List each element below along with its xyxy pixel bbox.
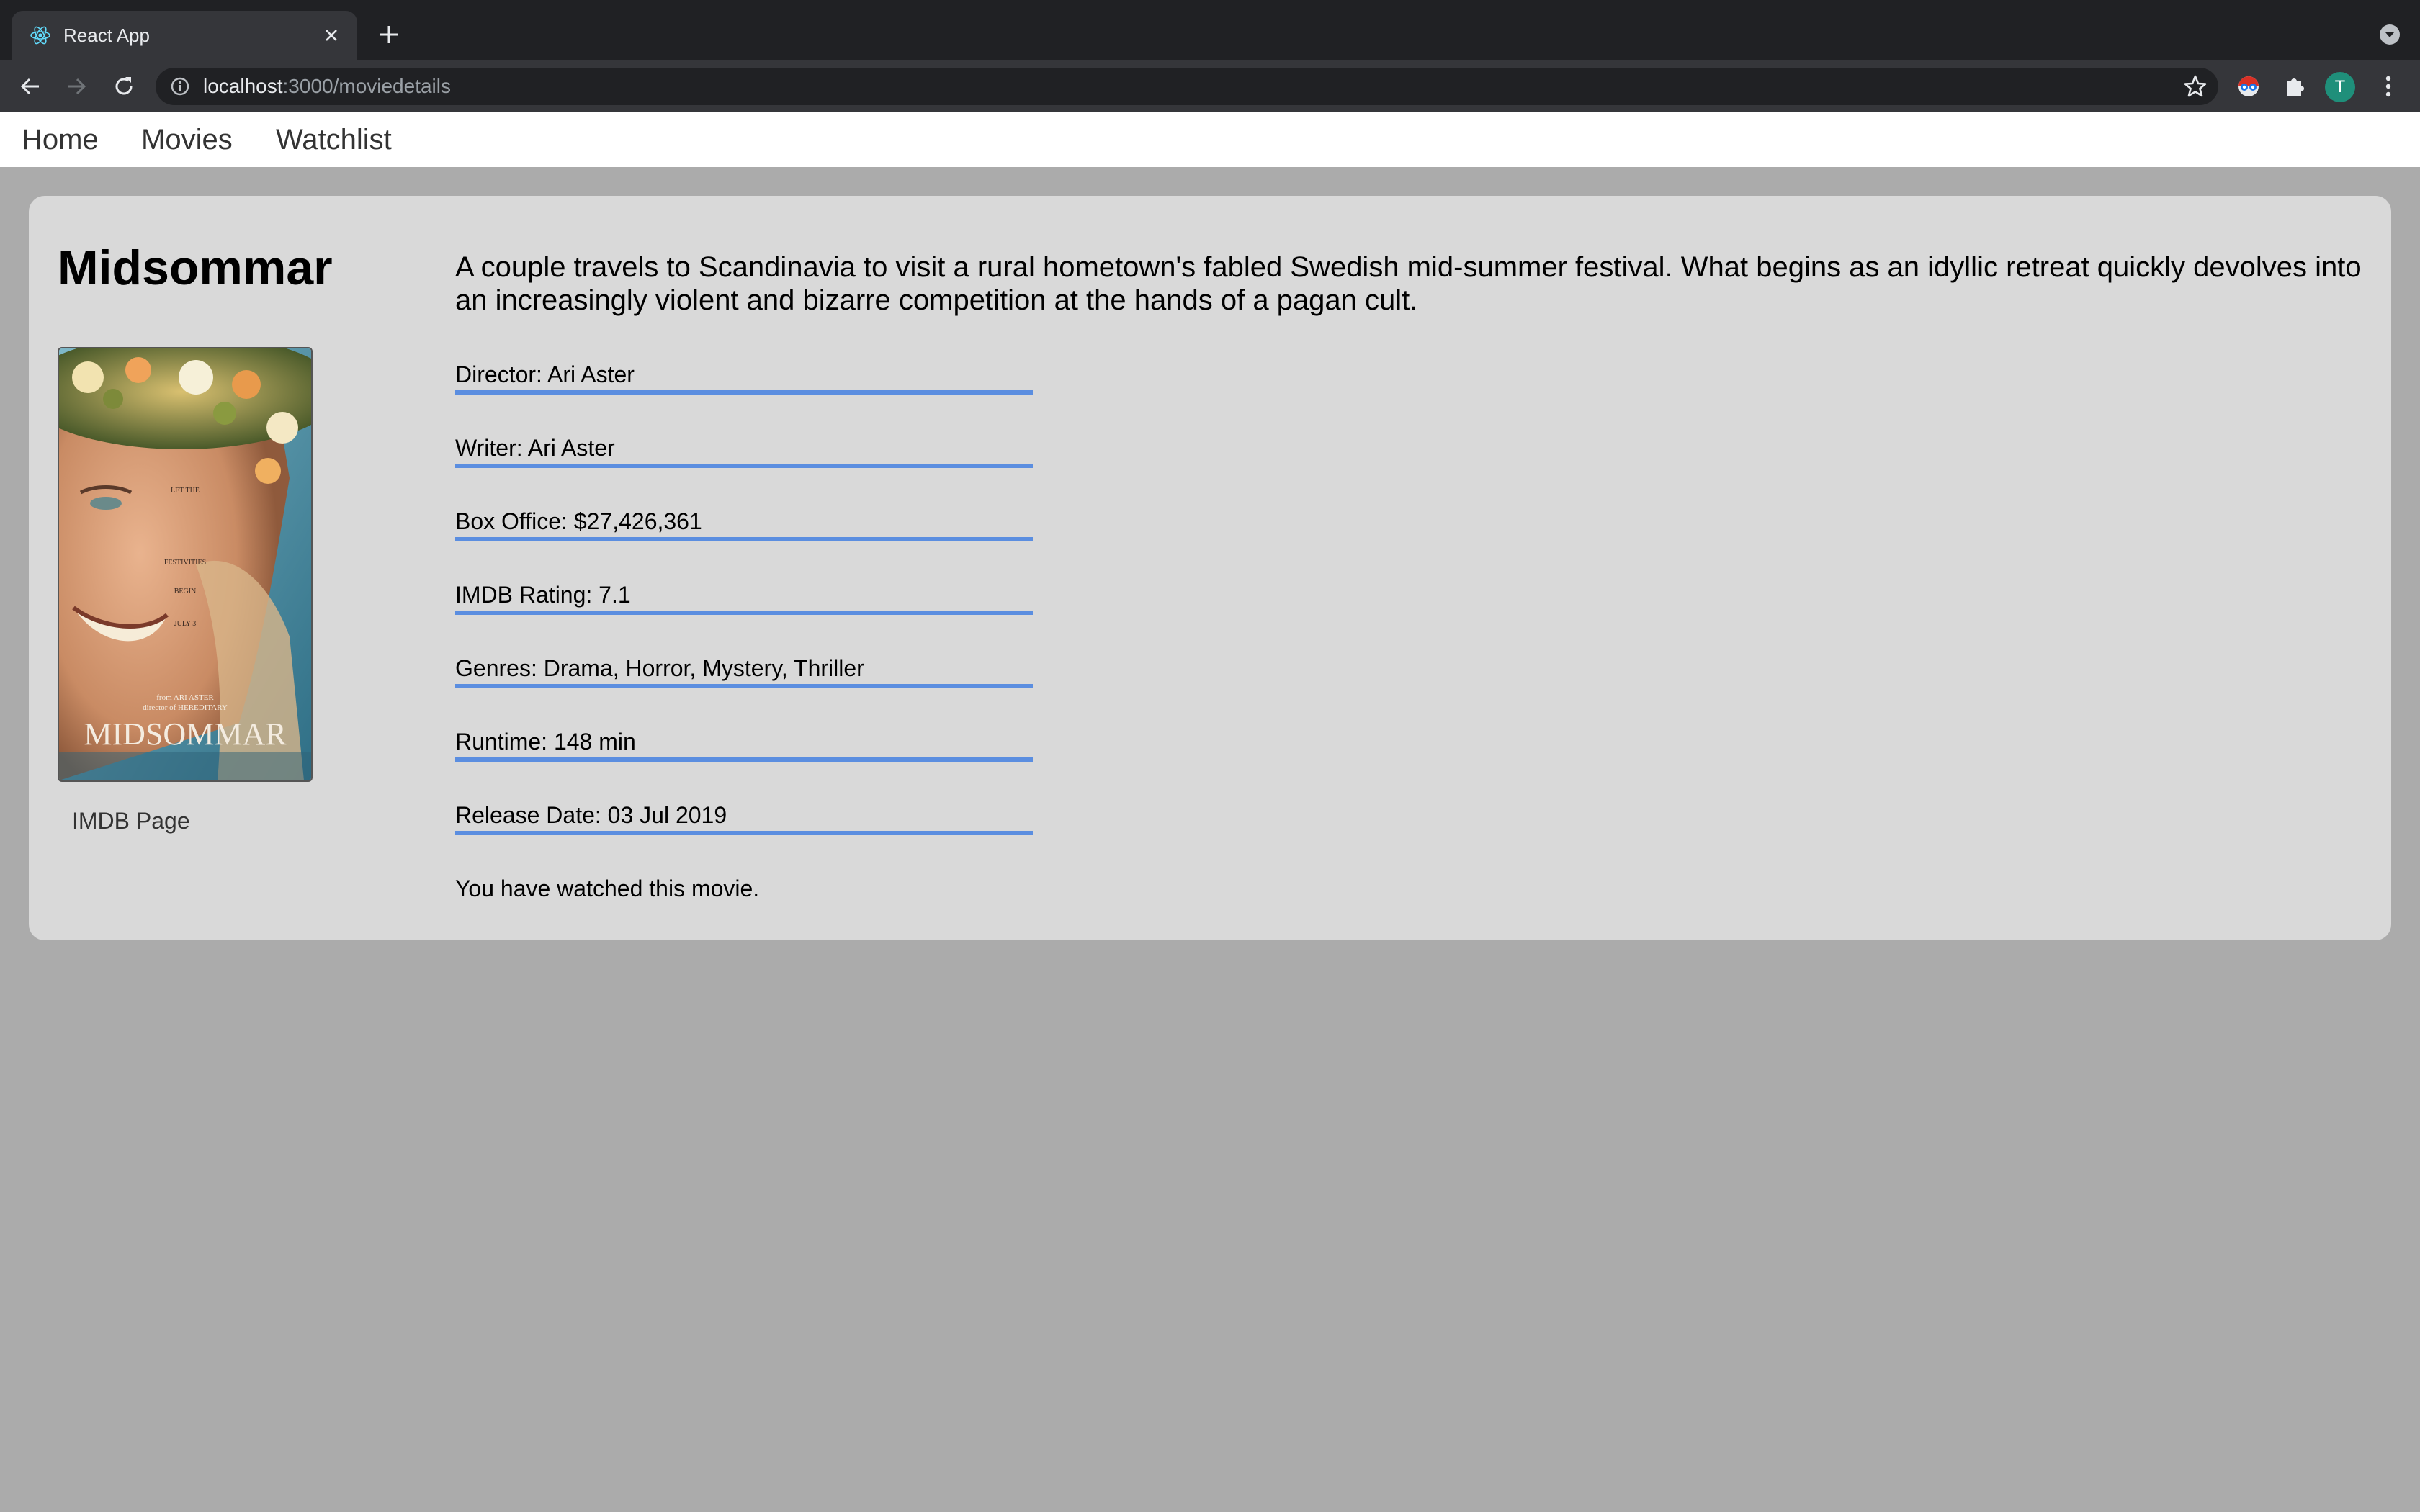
- detail-writer: Writer: Ari Aster: [455, 433, 1033, 468]
- url-path: :3000/moviedetails: [282, 75, 451, 97]
- nav-watchlist-link[interactable]: Watchlist: [276, 121, 392, 158]
- poster-tagline-4: JULY 3: [174, 620, 197, 628]
- reload-icon[interactable]: [108, 71, 140, 102]
- tab-search-icon[interactable]: [2377, 22, 2403, 48]
- nav-home-link[interactable]: Home: [22, 121, 99, 158]
- tab-title: React App: [63, 24, 150, 46]
- detail-box-office: Box Office: $27,426,361: [455, 507, 1033, 541]
- poster-credit-1: from ARI ASTER: [156, 693, 214, 702]
- close-tab-icon[interactable]: [318, 22, 344, 48]
- url-host: localhost: [203, 75, 283, 97]
- info-icon[interactable]: [170, 76, 190, 96]
- watched-status: You have watched this movie.: [455, 876, 760, 901]
- poster-credit-2: director of HEREDITARY: [143, 703, 228, 712]
- puzzle-extensions-icon[interactable]: [2280, 72, 2309, 101]
- poster-tagline-1: LET THE: [171, 487, 200, 495]
- poster-tagline-2: FESTIVITIES: [164, 559, 206, 567]
- new-tab-icon[interactable]: [375, 20, 403, 49]
- back-arrow-icon[interactable]: [14, 71, 46, 102]
- profile-avatar[interactable]: T: [2325, 72, 2355, 102]
- browser-toolbar: localhost:3000/moviedetails T: [0, 60, 2420, 112]
- react-logo-icon: [30, 26, 50, 45]
- browser-tab[interactable]: React App: [12, 11, 357, 60]
- movie-title: Midsommar: [58, 240, 333, 295]
- forward-arrow-icon[interactable]: [60, 71, 92, 102]
- movie-details-card: Midsommar LET THE FESTIVITIES BEGIN JULY…: [29, 196, 2391, 940]
- extension-icon[interactable]: [2234, 72, 2263, 101]
- imdb-page-link[interactable]: IMDB Page: [72, 806, 190, 835]
- browser-tabstrip: React App: [0, 0, 2420, 60]
- detail-director: Director: Ari Aster: [455, 360, 1033, 395]
- movie-plot: A couple travels to Scandinavia to visit…: [455, 251, 2362, 316]
- detail-release-date: Release Date: 03 Jul 2019: [455, 801, 1033, 835]
- poster-image: LET THE FESTIVITIES BEGIN JULY 3 from AR…: [59, 348, 311, 780]
- detail-imdb-rating: IMDB Rating: 7.1: [455, 580, 1033, 615]
- nav-movies-link[interactable]: Movies: [141, 121, 233, 158]
- address-bar[interactable]: localhost:3000/moviedetails: [156, 68, 2218, 105]
- poster-title-text: MIDSOMMAR: [84, 716, 287, 752]
- poster-tagline-3: BEGIN: [174, 588, 197, 595]
- bookmark-star-icon[interactable]: [2182, 73, 2208, 99]
- detail-genres: Genres: Drama, Horror, Mystery, Thriller: [455, 654, 1033, 688]
- url-text: localhost:3000/moviedetails: [203, 75, 451, 98]
- detail-runtime: Runtime: 148 min: [455, 727, 1033, 762]
- movie-poster: LET THE FESTIVITIES BEGIN JULY 3 from AR…: [58, 347, 313, 782]
- app-navbar: Home Movies Watchlist: [0, 112, 2420, 167]
- kebab-menu-icon[interactable]: [2374, 72, 2403, 101]
